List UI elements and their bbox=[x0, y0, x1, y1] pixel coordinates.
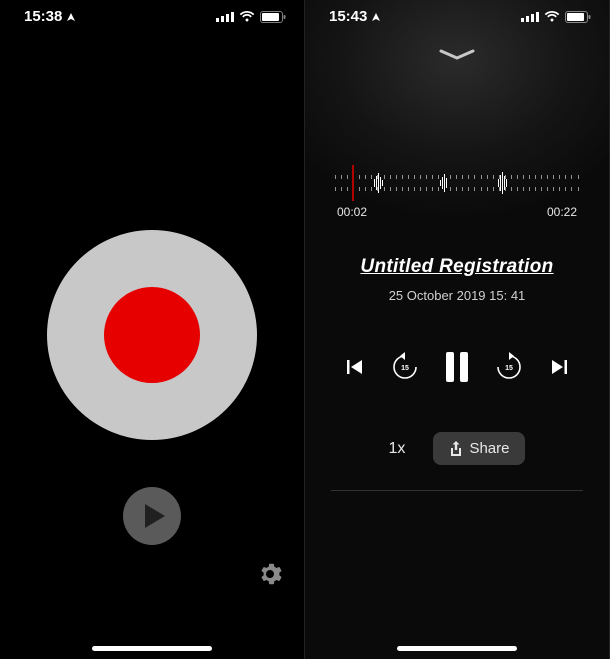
current-time: 00:02 bbox=[337, 205, 367, 219]
skip-next-button[interactable] bbox=[550, 358, 568, 376]
recording-title[interactable]: Untitled Registration bbox=[305, 256, 609, 278]
rewind-icon: 15 bbox=[390, 352, 420, 382]
waveform-scrubber[interactable]: 00:02 00:22 bbox=[335, 165, 579, 219]
chevron-down-icon bbox=[437, 48, 477, 62]
pause-button[interactable] bbox=[446, 352, 468, 382]
skip-previous-icon bbox=[346, 358, 364, 376]
battery-icon bbox=[565, 11, 591, 23]
home-indicator[interactable] bbox=[397, 646, 517, 651]
play-button[interactable] bbox=[123, 487, 181, 545]
status-time: 15:38 bbox=[24, 8, 62, 25]
wifi-icon bbox=[544, 11, 560, 22]
forward-15-button[interactable]: 15 bbox=[494, 352, 524, 382]
signal-icon bbox=[521, 11, 539, 22]
status-bar: 15:43 bbox=[305, 0, 609, 29]
skip-previous-button[interactable] bbox=[346, 358, 364, 376]
total-time: 00:22 bbox=[547, 205, 577, 219]
wifi-icon bbox=[239, 11, 255, 22]
recorder-screen: 15:38 bbox=[0, 0, 305, 659]
collapse-handle[interactable] bbox=[437, 48, 477, 67]
forward-icon: 15 bbox=[494, 352, 524, 382]
battery-icon bbox=[260, 11, 286, 23]
location-icon bbox=[66, 12, 76, 22]
pause-icon bbox=[460, 352, 468, 382]
play-icon bbox=[143, 504, 165, 528]
playhead-cursor[interactable] bbox=[352, 165, 354, 201]
divider bbox=[331, 490, 583, 491]
location-icon bbox=[371, 12, 381, 22]
status-bar: 15:38 bbox=[0, 0, 304, 29]
svg-text:15: 15 bbox=[505, 365, 513, 372]
recording-date: 25 October 2019 15: 41 bbox=[305, 288, 609, 303]
svg-text:15: 15 bbox=[401, 365, 409, 372]
pause-icon bbox=[446, 352, 454, 382]
rewind-15-button[interactable]: 15 bbox=[390, 352, 420, 382]
playback-screen: 15:43 00:02 00:22 Untitled Registration … bbox=[305, 0, 610, 659]
record-inner-icon bbox=[104, 287, 200, 383]
share-label: Share bbox=[469, 440, 509, 457]
record-button[interactable] bbox=[47, 230, 257, 440]
skip-next-icon bbox=[550, 358, 568, 376]
share-button[interactable]: Share bbox=[433, 432, 525, 465]
signal-icon bbox=[216, 11, 234, 22]
settings-button[interactable] bbox=[258, 562, 282, 591]
playback-speed-button[interactable]: 1x bbox=[389, 440, 406, 458]
home-indicator[interactable] bbox=[92, 646, 212, 651]
share-icon bbox=[449, 441, 463, 457]
gear-icon bbox=[258, 562, 282, 586]
status-time: 15:43 bbox=[329, 8, 367, 25]
